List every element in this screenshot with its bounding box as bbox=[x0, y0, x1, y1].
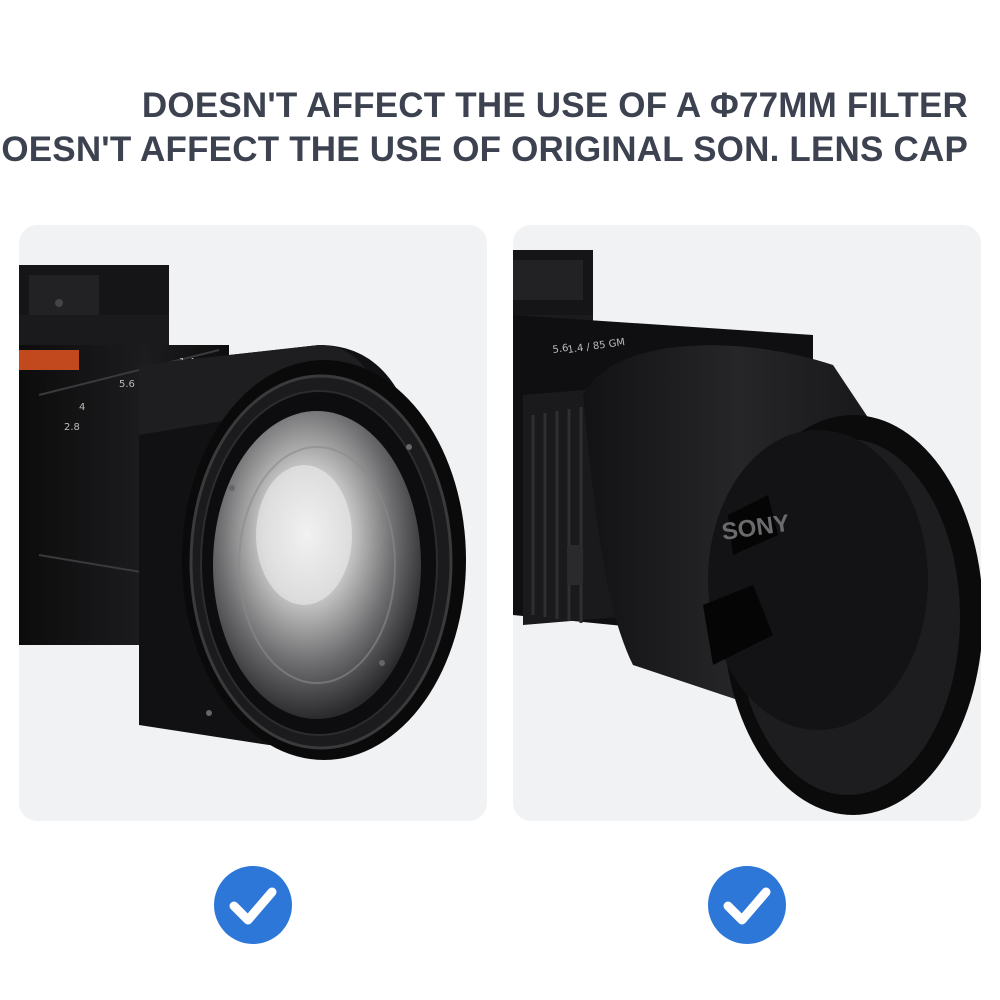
lens-with-filter-illustration: 1.4 2 5.6 4 2.8 bbox=[19, 265, 466, 760]
headline-line-1: DOESN'T AFFECT THE USE OF A Φ77MM FILTER bbox=[141, 86, 968, 125]
lens-cap-photo-panel: 5.6 1.4 / 85 GM SONY bbox=[513, 225, 981, 821]
headline-line-2: DOESN'T AFFECT THE USE OF ORIGINAL SON. … bbox=[0, 130, 968, 169]
svg-text:2.8: 2.8 bbox=[64, 422, 80, 433]
lens-with-cap-illustration: 5.6 1.4 / 85 GM SONY bbox=[513, 250, 981, 815]
filter-ring bbox=[182, 360, 466, 760]
checkmark-icon bbox=[708, 866, 786, 944]
check-badge-right bbox=[708, 866, 786, 944]
svg-text:4: 4 bbox=[79, 402, 85, 413]
check-badge-left bbox=[214, 866, 292, 944]
checkmark-icon bbox=[214, 866, 292, 944]
filter-photo-panel: 1.4 2 5.6 4 2.8 bbox=[19, 225, 487, 821]
headline: DOESN'T AFFECT THE USE OF A Φ77MM FILTER… bbox=[0, 84, 968, 172]
svg-text:5.6: 5.6 bbox=[119, 379, 135, 390]
